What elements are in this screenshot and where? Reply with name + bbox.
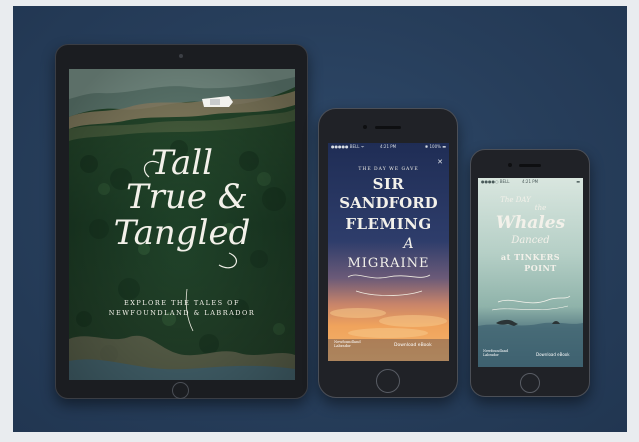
phone-2-home-button[interactable] <box>520 373 540 393</box>
tablet-title-line-2: True & <box>125 177 249 217</box>
status-battery: ▬ <box>576 179 580 184</box>
phone-2-title-line-2: the <box>534 204 547 212</box>
camera-icon <box>508 163 512 167</box>
phone-1-device: ●●●●● BELL ᯤ 4:21 PM ✱ 100% ▬ ✕ THE DAY … <box>318 108 458 398</box>
phone-1-screen[interactable]: ●●●●● BELL ᯤ 4:21 PM ✱ 100% ▬ ✕ THE DAY … <box>328 143 449 361</box>
status-time: 4:21 PM <box>522 179 539 184</box>
speaker-icon <box>519 164 541 167</box>
phone-2-title-line-5: at TINKERS <box>500 252 561 262</box>
status-carrier: ●●●●○ BELL <box>481 179 510 184</box>
phone-1-status-bar: ●●●●● BELL ᯤ 4:21 PM ✱ 100% ▬ <box>328 143 449 150</box>
phone-1-download-link[interactable]: Download eBook <box>394 343 432 348</box>
tablet-device: Tall True & Tangled EXPLORE THE TALES OF… <box>55 44 308 399</box>
tablet-screen[interactable]: Tall True & Tangled EXPLORE THE TALES OF… <box>69 69 295 380</box>
tablet-title-line-1: Tall <box>150 143 214 183</box>
phone-2-device: ●●●●○ BELL 4:21 PM ▬ The DAY the Whales … <box>470 149 590 397</box>
phone-1-brand-logo: Newfoundland Labrador <box>334 340 361 348</box>
close-icon[interactable]: ✕ <box>437 158 443 166</box>
speaker-icon <box>375 126 401 129</box>
phone-2-download-link[interactable]: Download eBook <box>536 352 570 357</box>
phone-2-status-bar: ●●●●○ BELL 4:21 PM ▬ <box>478 178 583 185</box>
phone-2-screen[interactable]: ●●●●○ BELL 4:21 PM ▬ The DAY the Whales … <box>478 178 583 367</box>
phone-2-brand-logo: Newfoundland Labrador <box>483 349 509 357</box>
tablet-home-button[interactable] <box>172 382 189 399</box>
phone-2-title-line-4: Danced <box>511 235 550 246</box>
phone-2-title-line-3: Whales <box>495 213 566 233</box>
phone-1-title-line-2: SANDFORD <box>339 194 438 212</box>
status-battery: ✱ 100% ▬ <box>424 144 446 149</box>
phone-1-title-line-1: SIR <box>372 175 405 193</box>
status-time: 4:21 PM <box>380 144 397 149</box>
phone-1-title-line-3: FLEMING <box>345 215 432 233</box>
phone-1-subtitle: MIGRAINE <box>347 256 430 271</box>
camera-icon <box>363 125 367 129</box>
status-carrier: ●●●●● BELL ᯤ <box>331 144 365 149</box>
phone-1-home-button[interactable] <box>376 369 400 393</box>
phone-2-title-line-6: POINT <box>524 263 557 273</box>
phone-2-title-line-1: The DAY <box>500 196 531 204</box>
phone-1-connector: A <box>403 236 414 252</box>
tablet-tagline-2: NEWFOUNDLAND & LABRADOR <box>108 309 256 317</box>
camera-icon <box>179 54 183 58</box>
tablet-tagline-1: EXPLORE THE TALES OF <box>123 299 240 307</box>
tablet-title-line-3: Tangled <box>113 213 251 253</box>
phone-1-kicker: THE DAY WE GAVE <box>358 167 419 172</box>
